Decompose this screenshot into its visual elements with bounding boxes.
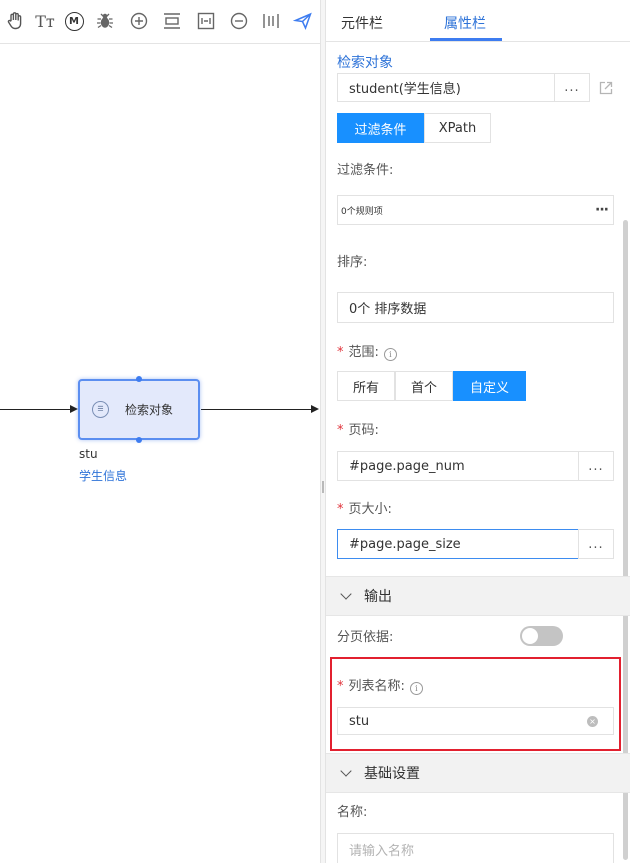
mode-xpath-label: XPath — [438, 120, 477, 136]
page-size-button-label: ... — [588, 536, 604, 552]
range-options: 所有 首个 自定义 — [337, 371, 537, 401]
name-input[interactable]: 请输入名称 — [337, 833, 614, 863]
hand-icon[interactable] — [4, 10, 26, 32]
open-link-icon[interactable] — [598, 80, 614, 100]
outgoing-arrowhead — [311, 405, 319, 413]
range-custom-label: 自定义 — [469, 380, 509, 396]
align-icon[interactable] — [161, 10, 183, 32]
list-name-highlight-box — [330, 657, 621, 751]
output-section-title: 输出 — [364, 589, 392, 605]
panel-tabs: 元件栏 属性栏 — [326, 0, 630, 42]
incoming-edge[interactable] — [0, 409, 72, 410]
list-name-value: stu — [349, 713, 370, 729]
list-name-label: 列表名称: — [348, 679, 405, 694]
node-output-name: stu — [79, 447, 98, 461]
range-all-label: 所有 — [352, 380, 379, 396]
panel-title: 检索对象 — [337, 55, 393, 71]
range-info-icon[interactable]: i — [383, 348, 397, 361]
page-size-value: #page.page_size — [349, 536, 461, 552]
properties-panel: 元件栏 属性栏 检索对象 student(学生信息) ... 过滤条件 XPat… — [326, 0, 630, 863]
basic-section-header[interactable]: 基础设置 — [326, 753, 630, 793]
active-tab-indicator — [430, 38, 502, 41]
page-num-field[interactable]: #page.page_num — [337, 451, 579, 481]
entity-select-button[interactable]: ... — [554, 73, 590, 102]
tab-properties[interactable]: 属性栏 — [444, 13, 486, 33]
entity-value: student(学生信息) — [349, 82, 461, 97]
basic-section-title: 基础设置 — [364, 766, 420, 782]
m-circle-icon[interactable]: M — [63, 10, 85, 32]
mode-filter-label: 过滤条件 — [354, 122, 407, 138]
chevron-down-icon — [340, 588, 352, 600]
zoom-out-icon[interactable] — [228, 10, 250, 32]
filter-label: 过滤条件: — [337, 163, 394, 178]
node-label: 检索对象 — [125, 403, 174, 417]
text-size-icon[interactable]: Tт — [34, 10, 56, 32]
bug-icon[interactable] — [94, 10, 116, 32]
range-first-label: 首个 — [410, 380, 437, 396]
page-size-label: 页大小: — [348, 502, 392, 517]
output-section-header[interactable]: 输出 — [326, 576, 630, 616]
list-name-label-row: * 列表名称: i — [337, 675, 423, 695]
node-output-type[interactable]: 学生信息 — [79, 467, 127, 484]
page-size-select-button[interactable]: ... — [578, 529, 614, 559]
sort-field[interactable]: 0个 排序数据 — [337, 292, 614, 323]
m-glyph: M — [64, 11, 84, 31]
node-output-port[interactable] — [136, 437, 142, 443]
filter-more-icon[interactable]: ··· — [595, 202, 609, 218]
toolbar-divider — [0, 43, 320, 44]
toggle-knob — [522, 628, 538, 644]
list-name-field[interactable]: stu × — [337, 707, 614, 735]
page-num-required-mark: * — [337, 423, 344, 438]
outgoing-edge[interactable] — [201, 409, 311, 410]
page-size-field[interactable]: #page.page_size — [337, 529, 579, 559]
range-label-row: * 范围: i — [337, 341, 397, 361]
list-circle-icon: ☰ — [92, 401, 109, 418]
splitter-grip-icon[interactable] — [322, 481, 324, 493]
incoming-arrowhead — [70, 405, 78, 413]
paging-basis-toggle[interactable] — [520, 626, 563, 646]
tab-components[interactable]: 元件栏 — [341, 13, 383, 33]
chevron-down-icon — [340, 765, 352, 777]
list-name-required-mark: * — [337, 679, 344, 694]
range-required-mark: * — [337, 345, 344, 360]
page-num-value: #page.page_num — [349, 458, 465, 474]
page-num-label-row: * 页码: — [337, 419, 379, 438]
mode-xpath-button[interactable]: XPath — [424, 113, 491, 143]
mode-filter-button[interactable]: 过滤条件 — [337, 113, 424, 143]
range-all-button[interactable]: 所有 — [337, 371, 395, 401]
page-num-button-label: ... — [588, 458, 604, 474]
name-label: 名称: — [337, 805, 368, 820]
entity-button-label: ... — [564, 80, 580, 95]
entity-field[interactable]: student(学生信息) — [337, 73, 555, 102]
retrieve-object-node[interactable]: ☰ 检索对象 — [78, 379, 200, 440]
filter-field[interactable]: 0个规则项 ··· — [337, 195, 614, 225]
name-placeholder: 请输入名称 — [349, 843, 415, 859]
sort-label: 排序: — [337, 255, 368, 270]
text-size-glyph: Tт — [35, 11, 55, 31]
page-size-required-mark: * — [337, 502, 344, 517]
page-num-label: 页码: — [348, 423, 379, 438]
paging-basis-label: 分页依据: — [337, 630, 394, 645]
range-custom-button[interactable]: 自定义 — [453, 371, 526, 401]
mode-switch: 过滤条件 XPath — [337, 113, 497, 143]
distribute-icon[interactable] — [260, 10, 282, 32]
flow-canvas[interactable]: Tт M ☰ 检索对象 stu 学生信息 — [0, 0, 320, 863]
send-icon[interactable] — [292, 10, 314, 32]
clear-icon[interactable]: × — [587, 716, 598, 727]
page-num-select-button[interactable]: ... — [578, 451, 614, 481]
zoom-in-icon[interactable] — [128, 10, 150, 32]
sort-value: 0个 排序数据 — [349, 302, 427, 317]
fit-screen-icon[interactable] — [195, 10, 217, 32]
node-input-port[interactable] — [136, 376, 142, 382]
filter-value: 0个规则项 — [341, 206, 383, 217]
page-size-label-row: * 页大小: — [337, 498, 392, 517]
canvas-toolbar: Tт M — [0, 0, 320, 44]
range-label: 范围: — [348, 345, 379, 360]
list-name-info-icon[interactable]: i — [409, 682, 423, 695]
range-first-button[interactable]: 首个 — [395, 371, 453, 401]
